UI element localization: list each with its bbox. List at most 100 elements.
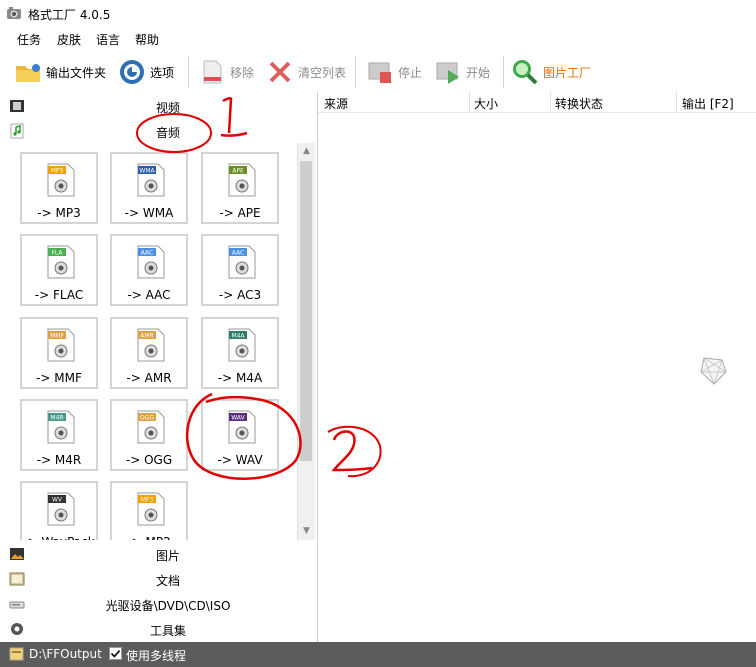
audio-file-icon: AAC <box>228 245 256 279</box>
category-document-label: 文档 <box>155 574 180 588</box>
format-badge: WMA <box>139 168 155 175</box>
menu-language[interactable]: 语言 <box>96 31 120 48</box>
format-badge: APE <box>232 168 244 175</box>
output-path[interactable]: D:\FFOutput <box>29 647 102 661</box>
format-badge: WV <box>52 497 63 504</box>
category-picture-label: 图片 <box>155 549 180 563</box>
category-toolbox[interactable]: 工具集 <box>0 617 317 641</box>
status-bar: D:\FFOutput 使用多线程 <box>0 642 756 667</box>
audio-file-icon: MMF <box>47 328 75 362</box>
clear-list-label: 清空列表 <box>298 65 347 80</box>
format-label: -> MP2 <box>112 535 186 540</box>
format-tile[interactable]: APE -> APE <box>201 152 279 224</box>
output-folder-label: 输出文件夹 <box>46 65 107 80</box>
start-icon <box>436 62 459 84</box>
remove-icon <box>203 60 222 84</box>
column-status[interactable]: 转换状态 <box>555 95 603 112</box>
category-disc[interactable]: 光驱设备\DVD\CD\ISO <box>0 592 317 616</box>
output-folder-button[interactable]: 输出文件夹 <box>14 56 106 88</box>
category-audio[interactable]: 音频 <box>0 119 317 143</box>
audio-file-icon: WMA <box>137 163 165 197</box>
scroll-down-icon[interactable]: ▼ <box>298 523 315 540</box>
format-label: -> MMF <box>36 371 82 385</box>
remove-button[interactable]: 移除 <box>198 56 254 88</box>
format-label: -> AC3 <box>218 288 262 302</box>
category-toolbox-label: 工具集 <box>149 624 186 638</box>
audio-file-icon: AAC <box>137 245 165 279</box>
format-tile[interactable]: M4A -> M4A <box>201 317 279 389</box>
audio-file-icon: OGG <box>137 410 165 444</box>
format-tile[interactable]: AAC -> AC3 <box>201 234 279 306</box>
menu-help[interactable]: 帮助 <box>135 31 159 48</box>
start-label: 开始 <box>466 65 491 80</box>
toolbar-divider <box>188 56 189 88</box>
toolbar-divider <box>355 56 356 88</box>
category-document[interactable]: 文档 <box>0 567 317 591</box>
format-tile[interactable]: AAC -> AAC <box>110 234 188 306</box>
audio-file-icon: M4A <box>228 328 256 362</box>
folder-icon <box>16 64 40 82</box>
clear-x-icon <box>269 61 291 83</box>
stop-button[interactable]: 停止 <box>366 56 422 88</box>
format-badge: M4R <box>50 415 63 422</box>
audio-file-icon: MP3 <box>47 163 75 197</box>
format-grid-scrollbar[interactable]: ▲ ▼ <box>297 143 315 540</box>
title-bar: 格式工厂 4.0.5 <box>0 0 756 28</box>
audio-file-icon: FLA <box>47 245 75 279</box>
format-tile[interactable]: AMR -> AMR <box>110 317 188 389</box>
category-audio-label: 音频 <box>155 126 180 140</box>
format-tile[interactable]: OGG -> OGG <box>110 399 188 471</box>
format-tile[interactable]: WAV -> WAV <box>201 399 279 471</box>
format-badge: MMF <box>50 333 64 340</box>
toolbar-divider <box>503 56 504 88</box>
format-badge: AAC <box>141 250 153 257</box>
task-list[interactable] <box>318 113 756 642</box>
column-source[interactable]: 来源 <box>324 95 348 112</box>
watermark-gem-icon <box>700 357 727 385</box>
multithread-checkbox[interactable] <box>109 647 122 660</box>
column-output[interactable]: 输出 [F2] <box>682 95 734 112</box>
picture-factory-icon <box>513 60 538 85</box>
options-button[interactable]: 选项 <box>118 56 174 88</box>
audio-file-icon: WAV <box>228 410 256 444</box>
multithread-label: 使用多线程 <box>126 649 187 663</box>
format-badge: AMR <box>140 333 153 340</box>
format-tile[interactable]: M4R -> M4R <box>20 399 98 471</box>
format-tile[interactable]: WV -> WavPack <box>20 481 98 540</box>
format-tile[interactable]: MP3 -> MP3 <box>20 152 98 224</box>
audio-format-grid: MP3 -> MP3 WMA -> WMA APE -> APE FLA -> FLAC AAC… <box>0 143 296 540</box>
format-label: -> FLAC <box>34 288 84 302</box>
options-label: 选项 <box>150 65 175 80</box>
stop-label: 停止 <box>398 65 423 80</box>
picture-factory-button[interactable]: 图片工厂 <box>511 56 591 88</box>
menu-task[interactable]: 任务 <box>17 31 41 48</box>
format-badge: WAV <box>231 415 245 422</box>
format-label: -> AMR <box>126 371 172 385</box>
format-tile[interactable]: MP3 -> MP2 <box>110 481 188 540</box>
clear-list-button[interactable]: 清空列表 <box>266 56 346 88</box>
format-badge: FLA <box>51 250 63 257</box>
format-label: -> M4R <box>36 453 82 467</box>
audio-file-icon: AMR <box>137 328 165 362</box>
category-video-label: 视频 <box>155 101 180 115</box>
scrollbar-thumb[interactable] <box>300 161 312 461</box>
category-video[interactable]: 视频 <box>0 94 317 118</box>
format-label: -> AAC <box>127 288 171 302</box>
column-size[interactable]: 大小 <box>474 95 498 112</box>
format-tile[interactable]: FLA -> FLAC <box>20 234 98 306</box>
format-label: -> WAV <box>217 453 263 467</box>
gear-icon <box>120 60 144 84</box>
category-picture[interactable]: 图片 <box>0 542 317 566</box>
format-badge: MP3 <box>51 168 64 175</box>
format-tile[interactable]: MMF -> MMF <box>20 317 98 389</box>
format-tile[interactable]: WMA -> WMA <box>110 152 188 224</box>
column-divider <box>469 92 470 112</box>
audio-file-icon: MP3 <box>137 492 165 526</box>
start-button[interactable]: 开始 <box>434 56 490 88</box>
folder-icon[interactable] <box>9 647 24 661</box>
scroll-up-icon[interactable]: ▲ <box>298 143 315 160</box>
format-label: -> MP3 <box>37 206 81 220</box>
picture-factory-label: 图片工厂 <box>543 65 592 80</box>
menu-bar: 任务 皮肤 语言 帮助 <box>0 28 756 50</box>
menu-skin[interactable]: 皮肤 <box>57 31 81 48</box>
